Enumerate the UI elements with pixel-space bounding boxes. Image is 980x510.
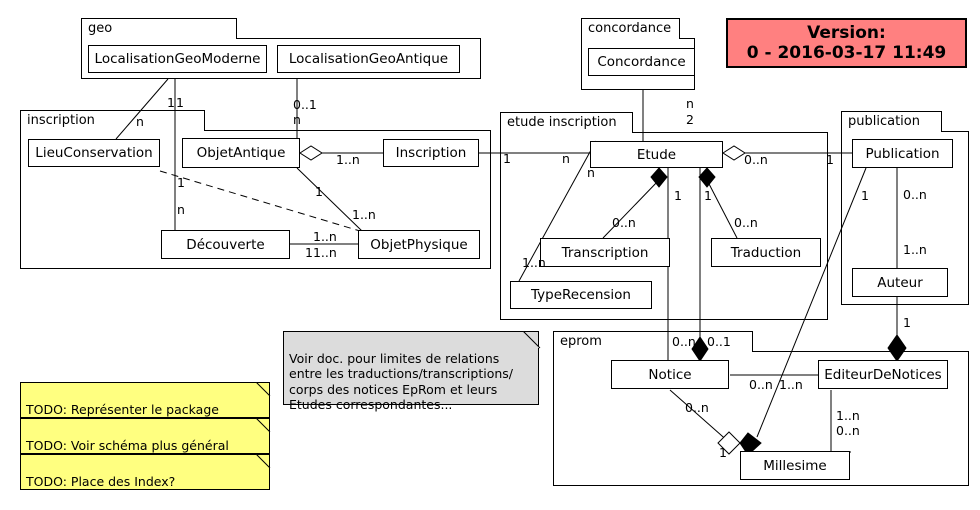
class-localisationgeomoderne[interactable]: LocalisationGeoModerne <box>88 45 267 73</box>
mult-inscription-etude-1: 1 <box>503 151 511 166</box>
package-tab-inscription: inscription <box>20 110 205 131</box>
class-transcription[interactable]: Transcription <box>540 238 670 267</box>
package-label-inscription: inscription <box>27 113 95 128</box>
mult-notice-editeur-0n: 0..n <box>749 377 773 392</box>
package-tab-publication: publication <box>841 111 942 132</box>
mult-objetantique-objetphysique-1: 1 <box>315 184 323 199</box>
class-label: ObjetAntique <box>196 145 286 161</box>
class-label: Découverte <box>186 236 265 253</box>
mult-etude-notice-0n: 0..n <box>672 334 696 349</box>
note-doc: Voir doc. pour limites de relations entr… <box>283 331 539 412</box>
mult-etude-transcription-1: 1 <box>674 188 682 203</box>
package-label-geo: geo <box>88 21 113 36</box>
mult-geomoderne-decouverte: 1 <box>167 95 175 110</box>
mult-decouverte-objetphysique-upper: 1..n <box>313 229 337 244</box>
mult-objetantique-inscription: 1..n <box>336 152 360 167</box>
version-badge-line2: 0 - 2016-03-17 11:49 <box>746 43 947 63</box>
mult-decouverte-objetphysique-lower: 11..n <box>305 245 337 260</box>
mult-editeur-millesime-0n: 0..n <box>836 423 860 438</box>
class-localisationgeoantique[interactable]: LocalisationGeoAntique <box>277 45 460 73</box>
class-decouverte[interactable]: Découverte <box>161 230 290 259</box>
package-tab-concordance: concordance <box>581 18 680 39</box>
class-label: Etude <box>636 146 677 163</box>
class-label: Concordance <box>597 54 686 70</box>
note-todo-3-text: TODO: Place des Index? <box>26 473 176 489</box>
class-label: Auteur <box>877 274 923 291</box>
mult-etude-traduction-1: 1 <box>704 188 712 203</box>
mult-geomoderne-lieuconservation: 1 <box>176 95 184 110</box>
class-label: Transcription <box>561 244 649 261</box>
version-badge-line1: Version: <box>807 23 886 43</box>
package-label-publication: publication <box>848 114 920 129</box>
mult-notice-millesime-0n: 0..n <box>685 400 709 415</box>
mult-etude-typerecension-n: n <box>587 165 595 180</box>
mult-etude-transcription-0n: 0..n <box>612 215 636 230</box>
mult-publication-auteur-0n: 0..n <box>903 187 927 202</box>
version-badge: Version: 0 - 2016-03-17 11:49 <box>726 18 967 68</box>
package-label-eprom: eprom <box>560 334 602 349</box>
class-concordance[interactable]: Concordance <box>588 48 695 76</box>
mult-publication-auteur-1n: 1..n <box>903 242 927 257</box>
package-tab-etude-inscription: etude inscription <box>500 112 633 133</box>
class-label: EditeurDeNotices <box>824 366 942 383</box>
mult-geoantique-objetantique-n: n <box>293 112 301 127</box>
mult-etude-typerecension-1n: 1..n <box>522 255 546 270</box>
class-inscription[interactable]: Inscription <box>383 139 479 167</box>
class-label: ObjetPhysique <box>370 236 468 253</box>
class-objetantique[interactable]: ObjetAntique <box>182 138 300 168</box>
class-notice[interactable]: Notice <box>611 360 729 389</box>
class-label: LocalisationGeoAntique <box>288 51 449 67</box>
mult-concordance-etude-2: 2 <box>686 112 694 127</box>
mult-objetantique-objetphysique-1n: 1..n <box>352 207 376 222</box>
class-millesime[interactable]: Millesime <box>740 451 850 480</box>
class-label: Inscription <box>395 145 467 161</box>
mult-etude-traduction-0n: 0..n <box>734 215 758 230</box>
class-typerecension[interactable]: TypeRecension <box>510 281 652 309</box>
class-publication[interactable]: Publication <box>852 139 953 168</box>
note-todo-2: TODO: Voir schéma plus général (Publi. /… <box>20 418 270 468</box>
class-editeurdenotices[interactable]: EditeurDeNotices <box>818 360 948 389</box>
class-label: TypeRecension <box>531 287 631 303</box>
class-lieuconservation[interactable]: LieuConservation <box>28 139 160 167</box>
note-todo-1: TODO: Représenter le package 'applicatio… <box>20 382 270 432</box>
mult-publication-millesime-1: 1 <box>861 188 869 203</box>
class-label: LocalisationGeoModerne <box>94 51 261 67</box>
mult-notice-editeur-1n: 1..n <box>779 377 803 392</box>
class-etude[interactable]: Etude <box>590 141 723 168</box>
class-traduction[interactable]: Traduction <box>711 238 821 267</box>
mult-etude-publication-1: 1 <box>826 152 834 167</box>
mult-inscription-etude-n: n <box>562 151 570 166</box>
class-label: Publication <box>865 145 940 162</box>
package-tab-geo: geo <box>81 18 237 39</box>
package-label-etude-inscription: etude inscription <box>507 115 617 130</box>
mult-auteur-editeur-1: 1 <box>903 315 911 330</box>
mult-lieuconservation-decouverte-n: n <box>177 202 185 217</box>
mult-geoantique-objetantique: 0..1 <box>293 97 317 112</box>
note-todo-3: TODO: Place des Index? <box>20 454 270 490</box>
class-label: Notice <box>648 366 692 383</box>
class-label: Traduction <box>730 244 802 261</box>
mult-concordance-etude-n: n <box>686 96 694 111</box>
mult-lieuconservation-decouverte-1: 1 <box>177 175 185 190</box>
mult-notice-millesime-1: 1 <box>719 445 727 460</box>
class-auteur[interactable]: Auteur <box>852 268 948 297</box>
mult-editeur-millesime-1n: 1..n <box>836 408 860 423</box>
class-objetphysique[interactable]: ObjetPhysique <box>358 230 480 259</box>
mult-lieuconservation-n: n <box>136 114 144 129</box>
note-doc-text: Voir doc. pour limites de relations entr… <box>289 350 514 413</box>
mult-etude-notice-01: 0..1 <box>707 334 731 349</box>
class-label: Millesime <box>763 457 827 474</box>
class-label: LieuConservation <box>35 145 153 161</box>
uml-diagram-canvas: geo LocalisationGeoModerne LocalisationG… <box>0 0 980 510</box>
package-label-concordance: concordance <box>588 21 672 36</box>
mult-etude-publication-0n: 0..n <box>744 152 768 167</box>
